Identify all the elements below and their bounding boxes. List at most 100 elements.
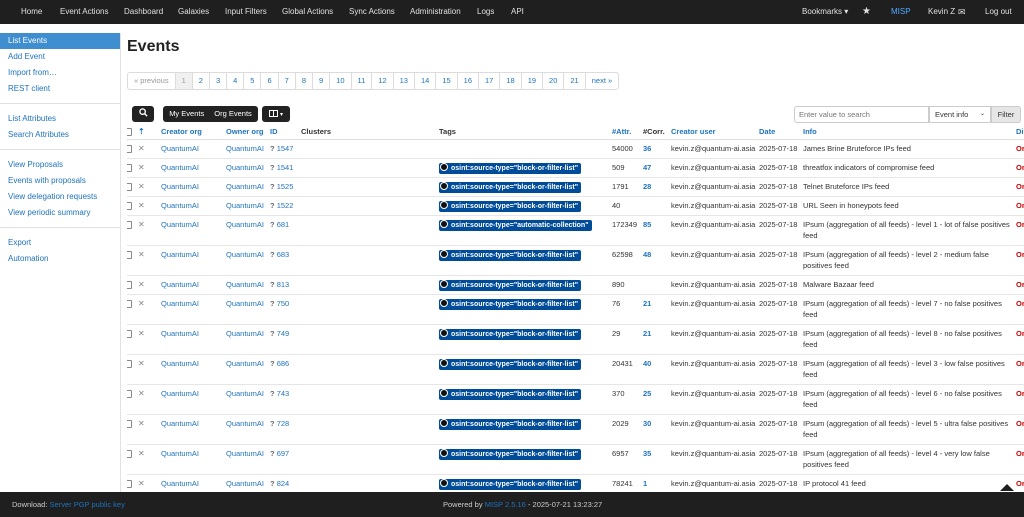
event-id-link[interactable]: 1522	[277, 201, 294, 210]
pagination-page[interactable]: 7	[279, 73, 296, 89]
row-checkbox[interactable]	[127, 163, 132, 172]
event-id-link[interactable]: 683	[277, 250, 290, 259]
creator-org-link[interactable]: QuantumAI	[161, 220, 199, 229]
tag-badge[interactable]: osint:source-type="block-or-filter-list"	[439, 249, 582, 261]
nav-global-actions[interactable]: Global Actions	[282, 0, 333, 24]
sidebar-item-automation[interactable]: Automation	[0, 251, 120, 267]
col-creator-user[interactable]: Creator user	[671, 125, 759, 140]
corr-count-link[interactable]: 35	[643, 449, 651, 458]
pagination-page[interactable]: 17	[479, 73, 501, 89]
row-checkbox[interactable]	[127, 220, 132, 229]
owner-org-link[interactable]: QuantumAI	[226, 144, 264, 153]
corr-count-link[interactable]: 36	[643, 144, 651, 153]
nav-home[interactable]: Home	[21, 0, 42, 24]
pagination-page[interactable]: 6	[261, 73, 279, 89]
creator-org-link[interactable]: QuantumAI	[161, 419, 199, 428]
tag-badge[interactable]: osint:source-type="block-or-filter-list"	[439, 181, 582, 193]
event-id-link[interactable]: 1547	[277, 144, 294, 153]
pagination-page[interactable]: 12	[372, 73, 394, 89]
tag-badge[interactable]: osint:source-type="block-or-filter-list"	[439, 298, 582, 310]
sidebar-item-list-attributes[interactable]: List Attributes	[0, 111, 120, 127]
tag-badge[interactable]: osint:source-type="block-or-filter-list"	[439, 328, 582, 340]
row-checkbox[interactable]	[127, 201, 132, 210]
publish-sort-icon[interactable]: ⇡	[138, 125, 150, 140]
row-checkbox[interactable]	[127, 389, 132, 398]
corr-count-link[interactable]: 25	[643, 389, 651, 398]
row-checkbox[interactable]	[127, 449, 132, 458]
event-id-link[interactable]: 697	[277, 449, 290, 458]
event-id-link[interactable]: 743	[277, 389, 290, 398]
row-checkbox[interactable]	[127, 359, 132, 368]
corr-count-link[interactable]: 1	[643, 479, 647, 488]
row-checkbox[interactable]	[127, 250, 132, 259]
event-id-link[interactable]: 813	[277, 280, 290, 289]
tag-badge[interactable]: osint:source-type="automatic-collection"	[439, 219, 592, 231]
tag-badge[interactable]: osint:source-type="block-or-filter-list"	[439, 478, 582, 490]
creator-org-link[interactable]: QuantumAI	[161, 479, 199, 488]
tag-badge[interactable]: osint:source-type="block-or-filter-list"	[439, 388, 582, 400]
corr-count-link[interactable]: 21	[643, 299, 651, 308]
pagination-page[interactable]: 13	[394, 73, 415, 89]
nav-sync-actions[interactable]: Sync Actions	[349, 0, 395, 24]
event-id-link[interactable]: 750	[277, 299, 290, 308]
owner-org-link[interactable]: QuantumAI	[226, 220, 264, 229]
col-owner-org[interactable]: Owner org	[226, 125, 270, 140]
table-row[interactable]: ✕ QuantumAI QuantumAI ? 1522 osint:sourc…	[127, 196, 1024, 216]
owner-org-link[interactable]: QuantumAI	[226, 329, 264, 338]
org-events-button[interactable]: Org Events	[210, 106, 256, 122]
search-button[interactable]	[132, 106, 154, 122]
nav-logs[interactable]: Logs	[477, 0, 494, 24]
sidebar-item-search-attributes[interactable]: Search Attributes	[0, 127, 120, 143]
pagination-page[interactable]: 14	[415, 73, 437, 89]
owner-org-link[interactable]: QuantumAI	[226, 479, 264, 488]
event-id-link[interactable]: 686	[277, 359, 290, 368]
columns-toggle-button[interactable]: ▾	[262, 106, 290, 122]
nav-dashboard[interactable]: Dashboard	[124, 0, 163, 24]
corr-count-link[interactable]: 28	[643, 182, 651, 191]
table-row[interactable]: ✕ QuantumAI QuantumAI ? 686 osint:source…	[127, 354, 1024, 385]
tag-badge[interactable]: osint:source-type="block-or-filter-list"	[439, 162, 582, 174]
creator-org-link[interactable]: QuantumAI	[161, 359, 199, 368]
event-id-link[interactable]: 681	[277, 220, 290, 229]
pagination-page[interactable]: 21	[564, 73, 586, 89]
table-row[interactable]: ✕ QuantumAI QuantumAI ? 749 osint:source…	[127, 324, 1024, 355]
nav-misp-home[interactable]: MISP	[891, 0, 911, 24]
row-checkbox[interactable]	[127, 280, 132, 289]
nav-user[interactable]: Kevin Z	[928, 0, 955, 24]
select-all-checkbox[interactable]	[127, 128, 132, 137]
col-info[interactable]: Info	[803, 125, 1016, 140]
owner-org-link[interactable]: QuantumAI	[226, 419, 264, 428]
row-checkbox[interactable]	[127, 329, 132, 338]
nav-input-filters[interactable]: Input Filters	[225, 0, 267, 24]
corr-count-link[interactable]: 40	[643, 359, 651, 368]
col-id[interactable]: ID	[270, 125, 301, 140]
event-id-link[interactable]: 749	[277, 329, 290, 338]
creator-org-link[interactable]: QuantumAI	[161, 280, 199, 289]
owner-org-link[interactable]: QuantumAI	[226, 299, 264, 308]
corr-count-link[interactable]: 48	[643, 250, 651, 259]
tag-badge[interactable]: osint:source-type="block-or-filter-list"	[439, 279, 582, 291]
misp-version-link[interactable]: MISP 2.5.16	[485, 500, 526, 509]
envelope-icon[interactable]: ✉	[958, 0, 966, 24]
table-row[interactable]: ✕ QuantumAI QuantumAI ? 813 osint:source…	[127, 275, 1024, 295]
owner-org-link[interactable]: QuantumAI	[226, 449, 264, 458]
creator-org-link[interactable]: QuantumAI	[161, 329, 199, 338]
sidebar-item-import-from[interactable]: Import from…	[0, 65, 120, 81]
pagination-page[interactable]: 4	[227, 73, 245, 89]
tag-badge[interactable]: osint:source-type="block-or-filter-list"	[439, 358, 582, 370]
table-row[interactable]: ✕ QuantumAI QuantumAI ? 697 osint:source…	[127, 444, 1024, 475]
creator-org-link[interactable]: QuantumAI	[161, 201, 199, 210]
owner-org-link[interactable]: QuantumAI	[226, 280, 264, 289]
pagination-page[interactable]: 18	[500, 73, 522, 89]
pagination-page[interactable]: 10	[330, 73, 352, 89]
row-checkbox[interactable]	[127, 479, 132, 488]
creator-org-link[interactable]: QuantumAI	[161, 250, 199, 259]
sidebar-item-rest-client[interactable]: REST client	[0, 81, 120, 97]
owner-org-link[interactable]: QuantumAI	[226, 250, 264, 259]
pagination-page[interactable]: 2	[193, 73, 210, 89]
scroll-top-arrow-icon[interactable]	[1000, 484, 1014, 491]
col-creator-org[interactable]: Creator org	[161, 125, 226, 140]
owner-org-link[interactable]: QuantumAI	[226, 182, 264, 191]
table-row[interactable]: ✕ QuantumAI QuantumAI ? 750 osint:source…	[127, 294, 1024, 325]
creator-org-link[interactable]: QuantumAI	[161, 449, 199, 458]
